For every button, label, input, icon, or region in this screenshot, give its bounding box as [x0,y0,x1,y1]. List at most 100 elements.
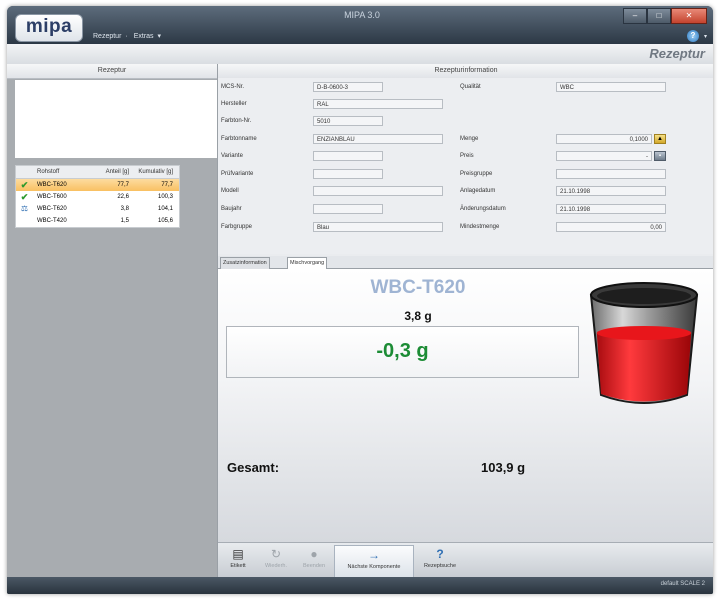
field-baujahr[interactable] [313,204,383,214]
minimize-button[interactable]: – [623,8,647,24]
status-bar: default SCALE 2 [7,577,713,594]
rezeptur-preview-area [15,80,217,158]
cell-kumulativ: 100,3 [157,194,173,200]
price-lock-icon[interactable]: ▪ [654,151,666,161]
bottom-toolbar: ▤ Etikett ↻ Wiederh. ● Beenden → Nächste… [218,542,713,578]
wiederholen-button[interactable]: ↻ Wiederh. [258,545,294,576]
scale-icon: ⚖ [20,204,29,213]
table-row[interactable]: WBC-T420 1,5 105,6 [16,215,179,227]
field-label-aenderungsdatum: Änderungsdatum [460,206,506,212]
title-bar: mipa MIPA 3.0 Rezeptur · Extras ▾ – □ ✕ ? … [7,6,713,44]
field-mcs[interactable]: D-B-0600-3 [313,82,383,92]
cell-rohstoff: WBC-T600 [37,194,67,200]
field-label-farbgruppe: Farbgruppe [221,224,253,230]
status-column-header [16,166,33,178]
table-row[interactable]: ✔ WBC-T600 22,6 100,3 [16,191,179,203]
paint-liquid-surface [596,326,692,340]
field-label-anlagedatum: Anlagedatum [460,188,496,194]
field-label-mcs: MCS-Nr. [221,84,244,90]
cell-kumulativ: 104,1 [157,206,173,212]
menge-lock-icon[interactable]: ▲ [654,134,666,144]
help-icon[interactable]: ? [687,30,699,42]
cell-anteil: 1,5 [120,218,129,224]
column-header-rohstoff[interactable]: Rohstoff [33,166,93,178]
field-menge[interactable]: 0,1000 [556,134,652,144]
table-header: Rohstoff Anteil [g] Kumulativ [g] [16,166,179,179]
header-bar: Rezeptur [7,44,713,65]
field-modell[interactable] [313,186,443,196]
field-anlagedatum[interactable]: 21.10.1998 [556,186,666,196]
cell-rohstoff: WBC-T420 [37,218,67,224]
component-name: WBC-T620 [370,277,466,298]
cell-anteil: 3,8 [120,206,129,212]
table-row[interactable]: ✔ WBC-T620 77,7 77,7 [16,179,179,191]
stop-icon: ● [310,547,318,561]
help-icon: ? [436,547,444,561]
info-panel-title: Rezepturinformation [218,64,713,79]
paint-liquid [596,326,692,402]
mipa-logo: mipa [15,14,83,42]
window-title: MIPA 3.0 [344,10,380,20]
rezeptsuche-label: Rezeptsuche [423,563,457,569]
beenden-button[interactable]: ● Beenden [296,545,332,576]
cell-kumulativ: 77,7 [161,182,173,188]
info-panel: Rezepturinformation MCS-Nr. D-B-0600-3 H… [217,64,713,578]
tab-zusatzinformation[interactable]: Zusatzinformation [220,257,270,269]
field-label-preisgruppe: Preisgruppe [460,171,493,177]
info-fields: MCS-Nr. D-B-0600-3 Hersteller RAL Farbto… [218,78,713,254]
check-icon: ✔ [20,180,29,190]
field-preisgruppe[interactable] [556,169,666,179]
naechste-komponente-button[interactable]: → Nächste Komponente [334,545,414,578]
column-header-kumulativ[interactable]: Kumulativ [g] [133,166,177,178]
cell-rohstoff: WBC-T620 [37,206,67,212]
column-header-anteil[interactable]: Anteil [g] [93,166,133,178]
etikett-label: Etikett [230,563,246,569]
page-title: Rezeptur [649,46,705,61]
field-hersteller[interactable]: RAL [313,99,443,109]
check-icon: ✔ [20,192,29,202]
field-label-menge: Menge [460,136,479,142]
field-farbgruppe[interactable]: Blau [313,222,443,232]
logo-text: mipa [25,16,73,37]
naechste-komponente-label: Nächste Komponente [347,564,401,570]
field-aenderungsdatum[interactable]: 21.10.1998 [556,204,666,214]
cell-anteil: 22,6 [117,194,129,200]
field-label-farbtonname: Farbtonname [221,136,257,142]
difference-display: -0,3 g [226,326,579,378]
repeat-icon: ↻ [270,547,282,561]
rezeptsuche-button[interactable]: ? Rezeptsuche [418,545,462,576]
menu-rezeptur[interactable]: Rezeptur [93,33,121,40]
field-label-mindestmenge: Mindestmenge [460,224,500,230]
paint-can-icon [589,282,699,404]
field-farbton-nr[interactable]: 5010 [313,116,383,126]
label-icon: ▤ [232,547,244,561]
field-pruefvariante[interactable] [313,169,383,179]
total-label: Gesamt: [227,460,280,475]
target-amount: 3,8 g [404,309,432,323]
field-farbtonname[interactable]: ENZIANBLAU [313,134,443,144]
menu-bar: Rezeptur · Extras ▾ [93,32,165,40]
maximize-button[interactable]: □ [647,8,671,24]
difference-value: -0,3 g [376,340,429,362]
application-window: mipa MIPA 3.0 Rezeptur · Extras ▾ – □ ✕ ? … [7,6,713,594]
field-label-hersteller: Hersteller [221,101,247,107]
menu-dropdown-icon: ▾ [157,33,162,40]
etikett-button[interactable]: ▤ Etikett [220,545,256,576]
field-preis[interactable]: - [556,151,652,161]
close-button[interactable]: ✕ [671,8,707,24]
wiederholen-label: Wiederh. [264,563,287,569]
beenden-label: Beenden [302,563,326,569]
window-controls: – □ ✕ [623,8,707,24]
cell-rohstoff: WBC-T620 [37,182,67,188]
field-mindestmenge[interactable]: 0,00 [556,222,666,232]
table-row[interactable]: ⚖ WBC-T620 3,8 104,1 [16,203,179,215]
rezeptur-panel: Rezeptur Rohstoff Anteil [g] Kumulativ [… [7,64,217,577]
field-variante[interactable] [313,151,383,161]
tab-mischvorgang[interactable]: Mischvorgang [287,257,328,269]
field-label-farbton-nr: Farbton-Nr. [221,118,252,124]
field-label-modell: Modell [221,188,239,194]
menu-extras[interactable]: Extras [134,33,154,40]
field-label-variante: Variante [221,153,243,159]
field-qualitaet[interactable]: WBC [556,82,666,92]
help-dropdown-icon[interactable]: ▾ [704,33,707,40]
